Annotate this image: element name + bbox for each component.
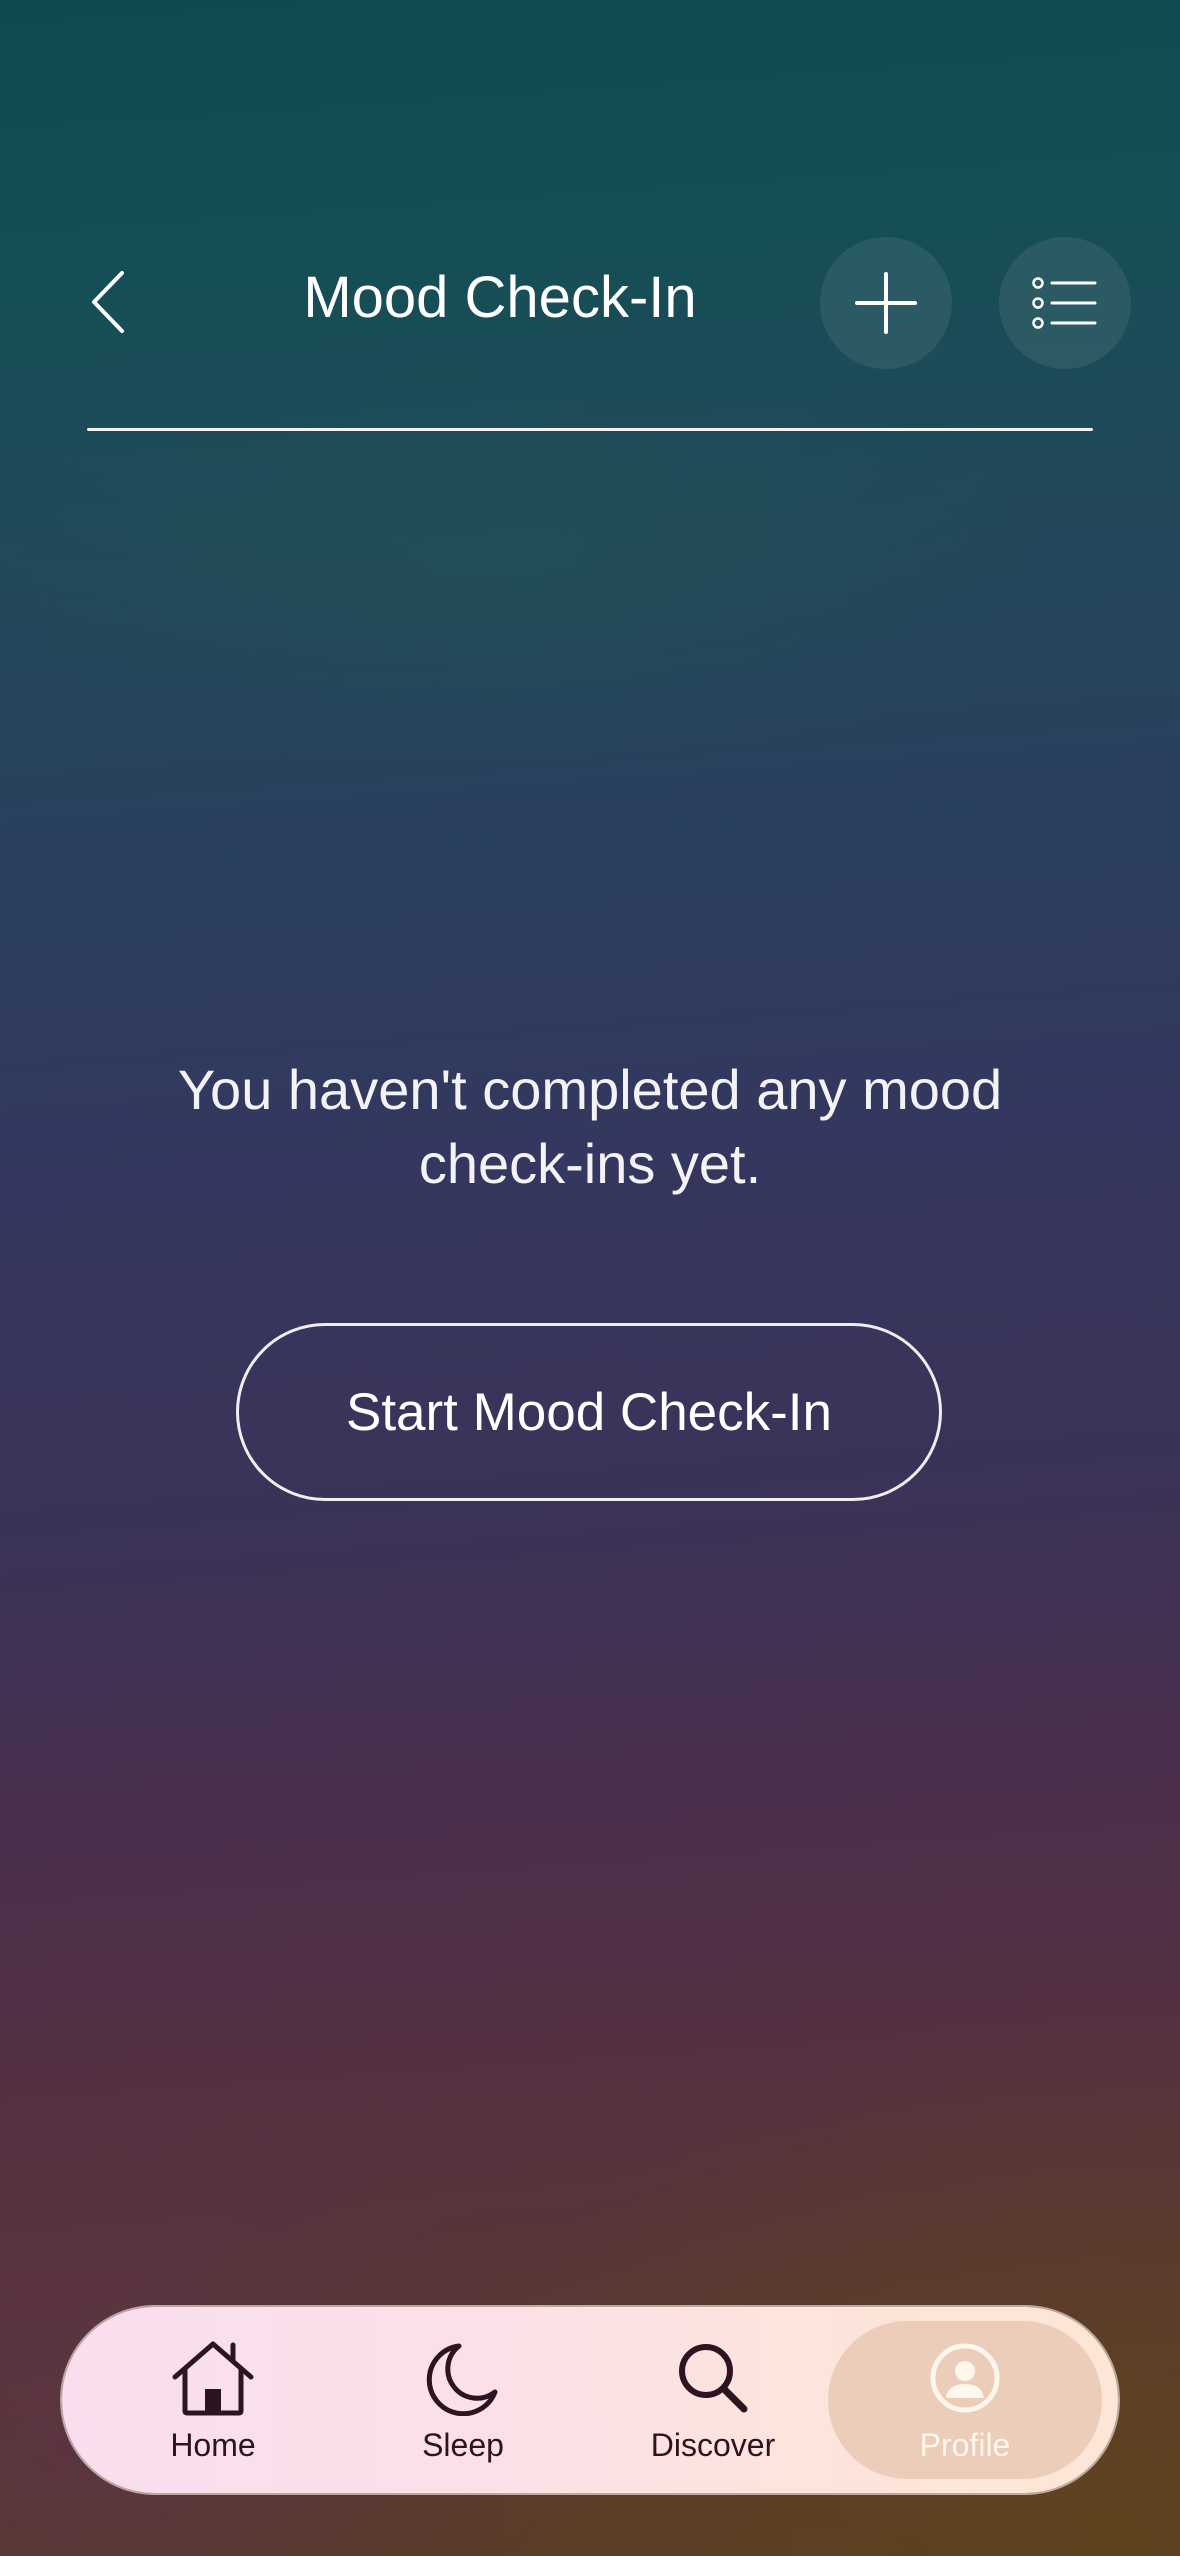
nav-item-sleep[interactable]: Sleep: [338, 2307, 588, 2493]
chevron-left-icon: [92, 271, 124, 333]
nav-item-home-label: Home: [170, 2427, 256, 2463]
empty-state-message: You haven't completed any mood check-ins…: [177, 1058, 1003, 1195]
start-mood-check-in-button[interactable]: Start Mood Check-In: [236, 1323, 942, 1501]
nav-item-home[interactable]: Home: [88, 2307, 338, 2493]
page-title: Mood Check-In: [303, 265, 697, 330]
bottom-nav: Home Sleep Discover Profile: [62, 2307, 1118, 2493]
moon-icon: [420, 2335, 506, 2421]
nav-item-sleep-label: Sleep: [422, 2427, 504, 2463]
nav-item-profile-label: Profile: [919, 2427, 1011, 2463]
list-button[interactable]: [999, 237, 1131, 369]
background-glow: [0, 0, 1180, 2556]
list-icon: [1032, 277, 1097, 329]
add-button[interactable]: [820, 237, 952, 369]
search-icon: [670, 2335, 756, 2421]
nav-item-discover[interactable]: Discover: [588, 2307, 838, 2493]
nav-item-profile[interactable]: Profile: [828, 2321, 1102, 2479]
back-button[interactable]: [78, 262, 138, 342]
plus-icon: [855, 272, 917, 334]
user-circle-icon: [922, 2335, 1008, 2421]
nav-item-discover-label: Discover: [650, 2427, 776, 2463]
home-icon: [170, 2335, 256, 2421]
header-divider: [87, 428, 1093, 431]
